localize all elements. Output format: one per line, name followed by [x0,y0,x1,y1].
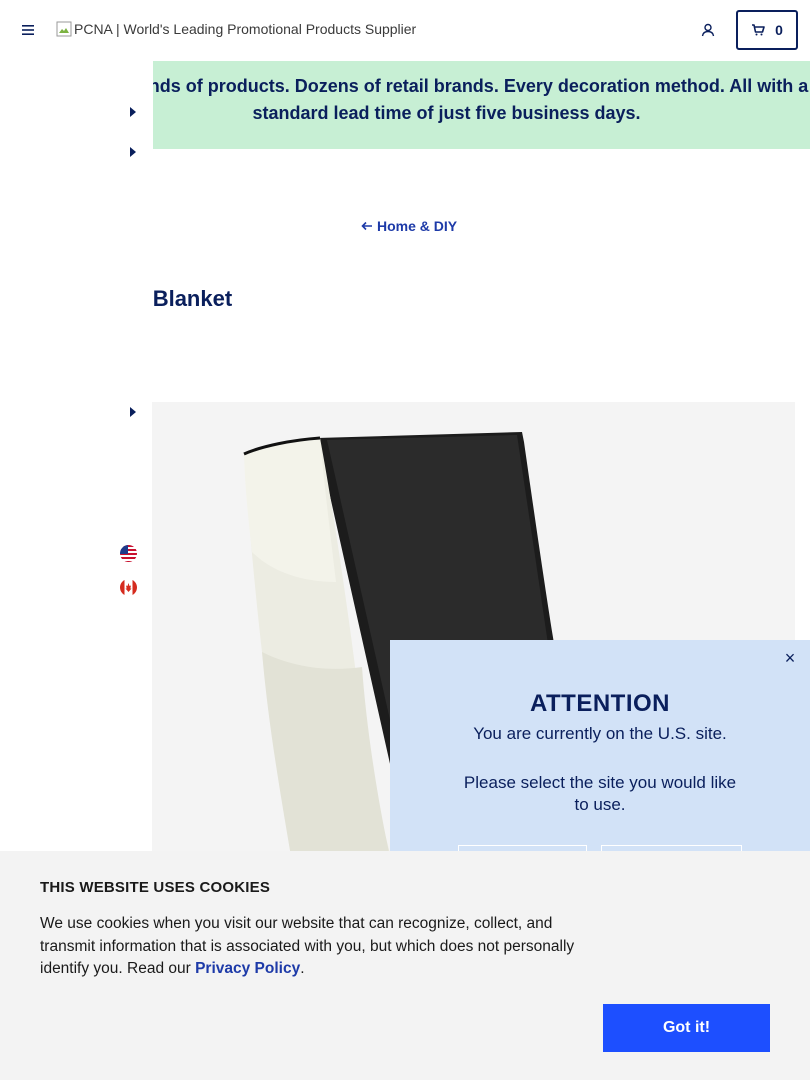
menu-button[interactable] [16,18,40,42]
site-header: PCNA | World's Leading Promotional Produ… [0,0,810,61]
user-icon [701,23,715,37]
modal-current-site-text: You are currently on the U.S. site. [473,724,727,743]
breadcrumb-label: Home & DIY [377,218,458,234]
arrow-left-icon [361,221,372,231]
privacy-policy-link[interactable]: Privacy Policy [195,960,300,977]
modal-title: ATTENTION [529,690,671,717]
cookie-body-end: . [300,960,305,977]
modal-instruction-text: Please select the site you would like to… [463,773,737,814]
page-title: Sherpa Blanket [152,286,233,311]
site-selector-modal: × ATTENTION You are currently on the U.S… [390,640,810,885]
promo-banner: Thousands of products. Dozens of retail … [153,61,810,149]
menu-icon [22,25,34,35]
broken-image-icon [56,21,72,37]
cookie-text: We use cookies when you visit our websit… [40,913,600,981]
caret-right-icon[interactable] [129,147,137,157]
breadcrumb-back-link[interactable]: Home & DIY [361,218,457,234]
promo-banner-text: Thousands of products. Dozens of retail … [153,76,809,123]
cookie-body-text: We use cookies when you visit our websit… [40,915,575,977]
site-logo[interactable]: PCNA | World's Leading Promotional Produ… [56,21,416,37]
cart-icon [752,24,765,36]
us-flag-icon[interactable] [120,545,137,562]
product-title-clip: Sherpa Blanket [152,280,552,320]
cookie-title: THIS WEBSITE USES COOKIES [40,879,271,896]
cookie-banner: THIS WEBSITE USES COOKIES We use cookies… [0,851,810,1080]
caret-right-icon[interactable] [129,407,137,417]
account-button[interactable] [696,18,720,42]
caret-right-icon[interactable] [129,107,137,117]
logo-alt-text: PCNA | World's Leading Promotional Produ… [74,21,417,37]
cart-button[interactable]: 0 [736,10,798,50]
cart-count: 0 [775,22,783,38]
canada-flag-icon[interactable] [120,579,137,596]
accept-cookies-button[interactable]: Got it! [603,1004,770,1052]
close-icon[interactable]: × [780,648,800,668]
